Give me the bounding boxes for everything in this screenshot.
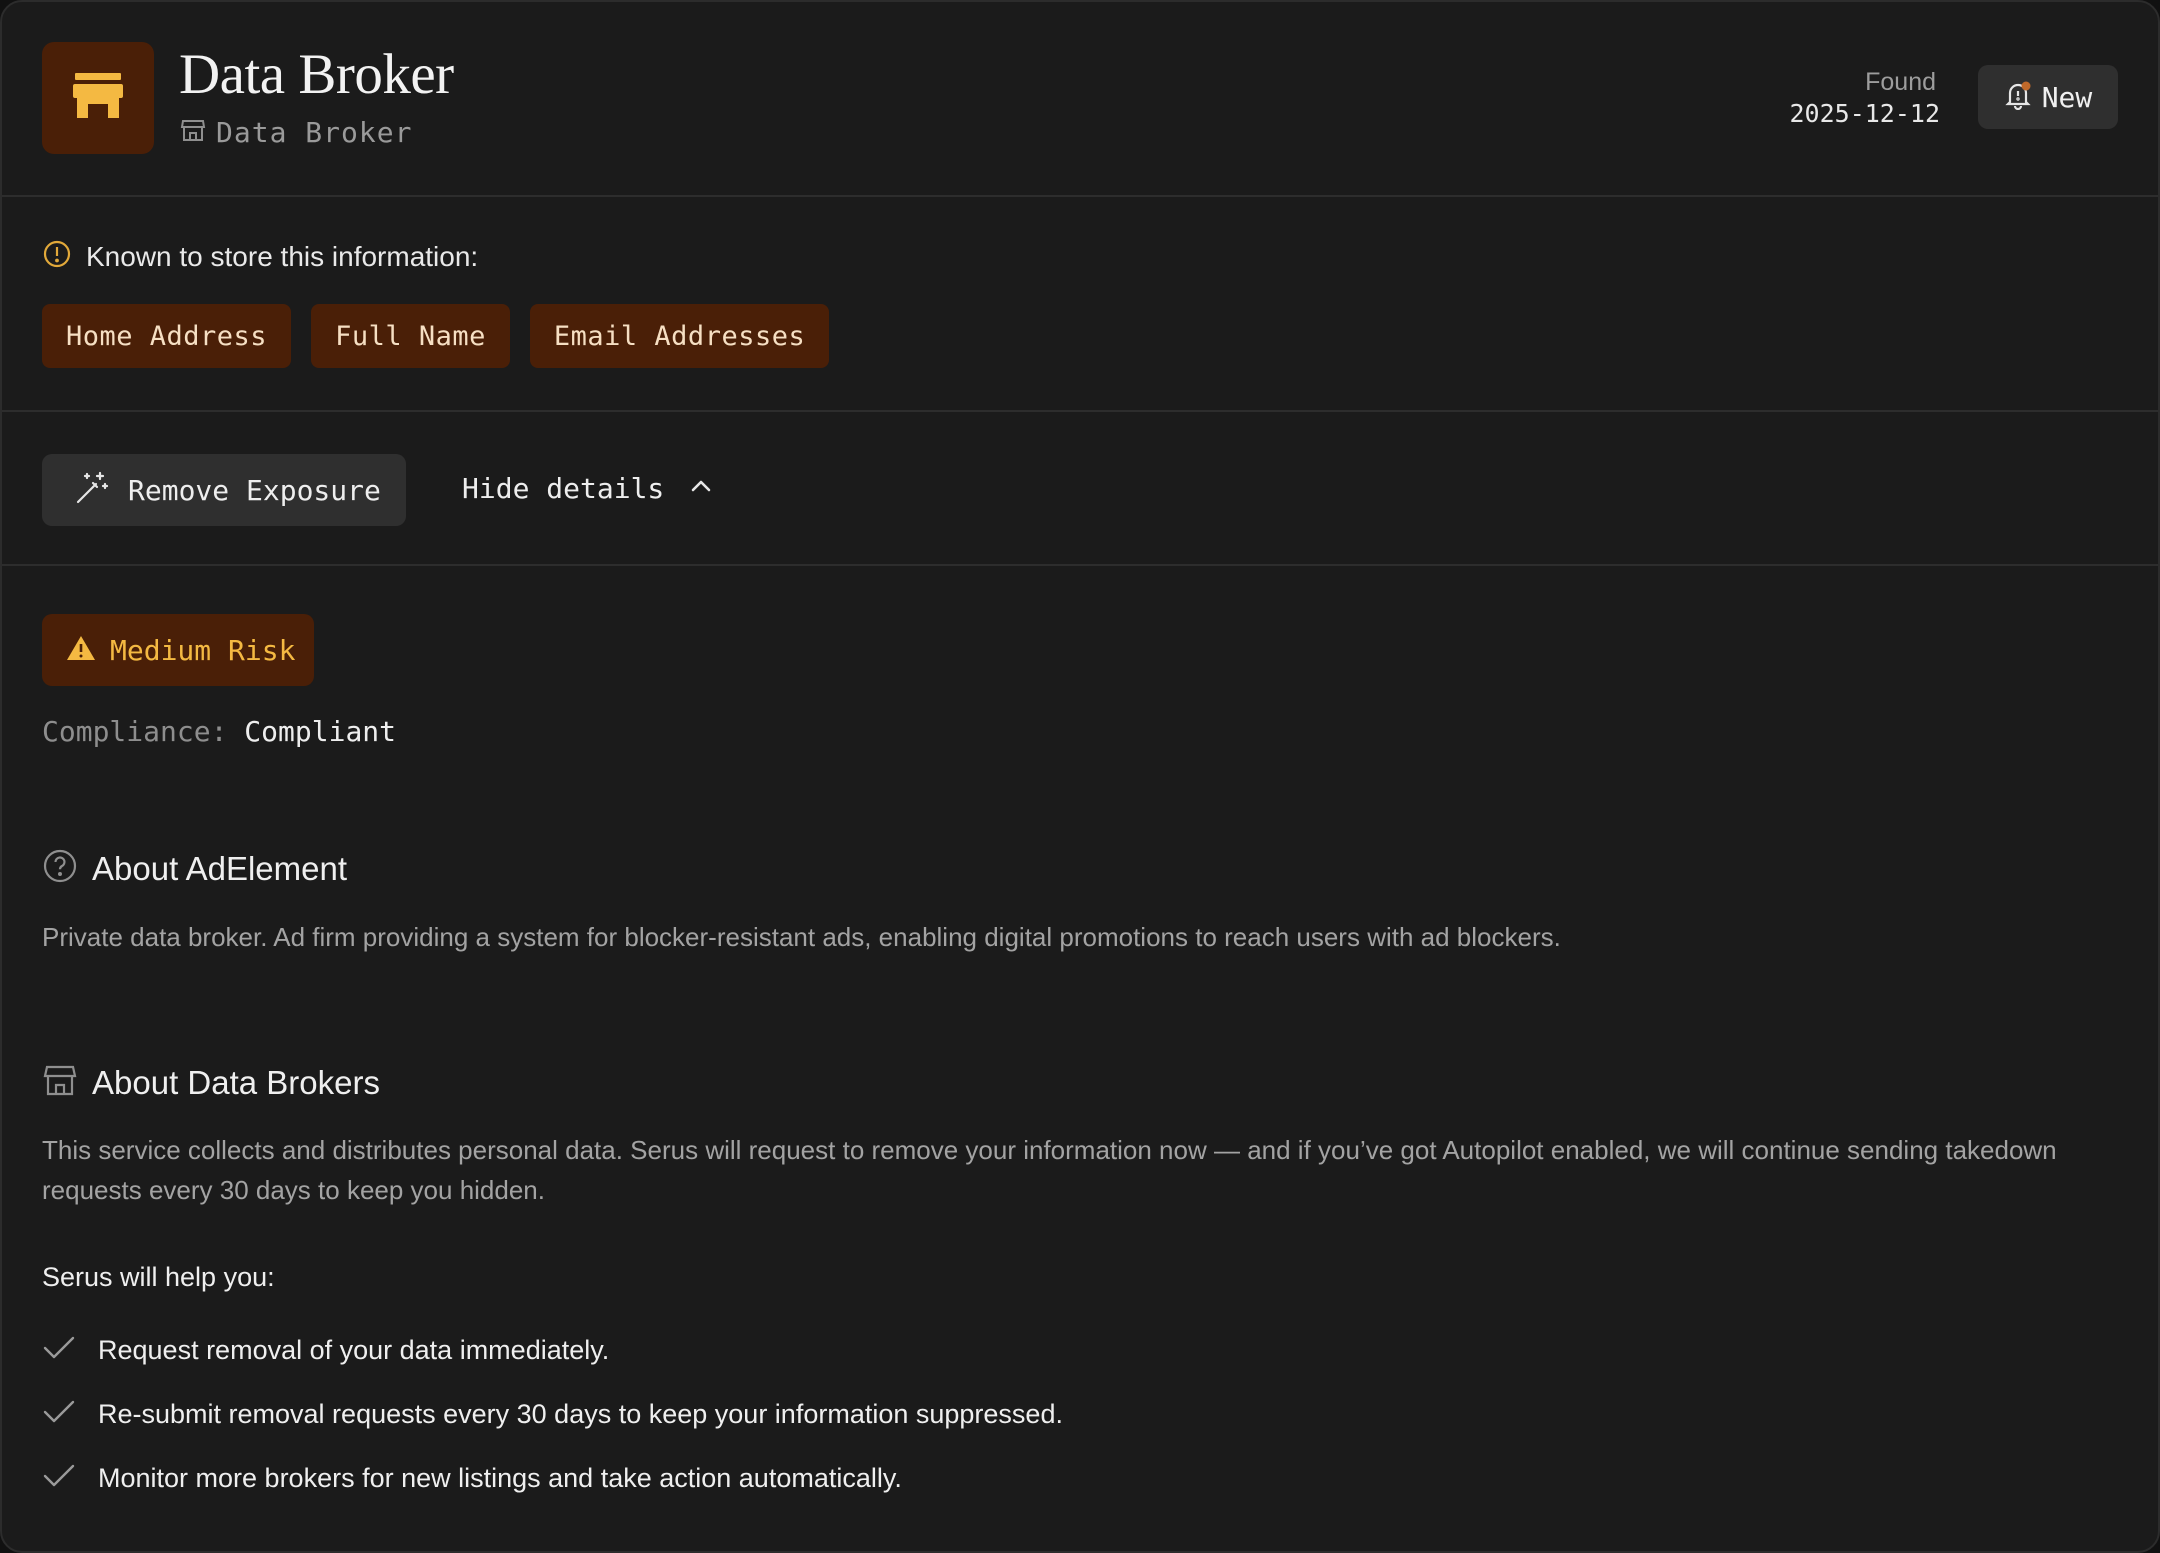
about-brokers-title: About Data Brokers xyxy=(92,1063,380,1101)
broker-card: Data Broker Data Broker Found 2025-12-12… xyxy=(0,0,2160,1553)
help-item-text: Monitor more brokers for new listings an… xyxy=(98,1462,902,1493)
remove-exposure-label: Remove Exposure xyxy=(128,473,381,507)
divider xyxy=(2,195,2158,197)
about-company-title: About AdElement xyxy=(92,849,348,887)
new-status-button[interactable]: New xyxy=(1978,65,2118,129)
remove-exposure-button[interactable]: Remove Exposure xyxy=(42,454,406,526)
about-company-heading: About AdElement xyxy=(42,848,347,889)
help-item-text: Request removal of your data immediately… xyxy=(98,1334,610,1365)
store-icon xyxy=(180,117,206,148)
help-list: Request removal of your data immediately… xyxy=(42,1318,1063,1510)
info-chips: Home Address Full Name Email Addresses xyxy=(42,304,830,368)
alert-circle-icon xyxy=(42,239,72,274)
check-icon xyxy=(42,1335,76,1366)
divider xyxy=(2,410,2158,412)
list-item: Monitor more brokers for new listings an… xyxy=(42,1446,1063,1510)
hide-details-toggle[interactable]: Hide details xyxy=(462,472,712,505)
known-info-label: Known to store this information: xyxy=(86,240,479,272)
help-heading: Serus will help you: xyxy=(42,1262,275,1292)
broker-type: Data Broker xyxy=(180,116,412,149)
help-circle-icon xyxy=(42,848,78,889)
store-icon xyxy=(42,1062,78,1103)
info-chip: Home Address xyxy=(42,304,292,368)
list-item: Re-submit removal requests every 30 days… xyxy=(42,1382,1063,1446)
compliance-status: Compliance: Compliant xyxy=(42,715,396,748)
known-info-heading: Known to store this information: xyxy=(42,239,478,274)
hide-details-label: Hide details xyxy=(462,472,665,505)
found-label: Found xyxy=(1865,68,1936,96)
new-status-label: New xyxy=(2041,80,2093,114)
about-brokers-heading: About Data Brokers xyxy=(42,1062,380,1103)
about-company-text: Private data broker. Ad firm providing a… xyxy=(42,922,1561,952)
bell-alert-icon xyxy=(2004,80,2032,115)
check-icon xyxy=(42,1399,76,1430)
help-item-text: Re-submit removal requests every 30 days… xyxy=(98,1398,1063,1429)
found-date: 2025-12-12 xyxy=(1789,99,1940,128)
info-chip: Full Name xyxy=(311,304,510,368)
list-item: Request removal of your data immediately… xyxy=(42,1318,1063,1382)
warning-triangle-icon xyxy=(66,634,96,667)
chevron-up-icon xyxy=(690,479,712,498)
broker-logo xyxy=(42,42,154,154)
divider xyxy=(2,564,2158,566)
compliance-label: Compliance: xyxy=(42,715,228,748)
page-title: Data Broker xyxy=(179,43,454,106)
compliance-value: Compliant xyxy=(244,715,397,748)
risk-badge: Medium Risk xyxy=(42,614,314,686)
store-icon xyxy=(73,72,123,124)
check-icon xyxy=(42,1463,76,1494)
about-brokers-text: This service collects and distributes pe… xyxy=(42,1135,2057,1205)
magic-wand-icon xyxy=(74,470,110,511)
broker-type-label: Data Broker xyxy=(216,116,413,149)
info-chip: Email Addresses xyxy=(529,304,830,368)
risk-label: Medium Risk xyxy=(110,633,296,667)
